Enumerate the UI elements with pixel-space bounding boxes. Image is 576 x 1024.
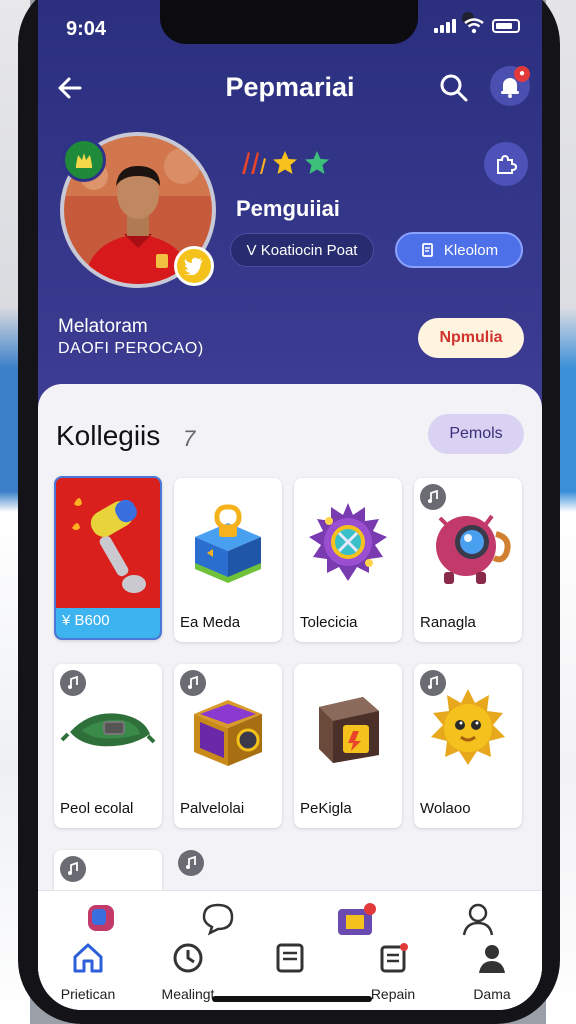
turtle-icon xyxy=(54,664,162,792)
home-icon xyxy=(73,943,103,973)
signal-icon xyxy=(434,19,456,33)
clock-icon xyxy=(173,943,203,973)
music-note-icon xyxy=(60,856,86,882)
puzzle-button[interactable] xyxy=(484,142,528,186)
search-button[interactable] xyxy=(434,68,474,108)
follow-button[interactable]: Kleolom xyxy=(395,232,523,268)
status-pill[interactable]: V Koatiocin Poat xyxy=(230,233,374,267)
card-label: Wolaoo xyxy=(420,800,471,817)
collection-card[interactable]: Peol ecolal xyxy=(54,664,162,828)
gift-box-icon xyxy=(338,903,376,935)
status-time: 9:04 xyxy=(66,18,107,40)
collection-card[interactable]: Ea Meda xyxy=(174,478,282,642)
collection-card[interactable]: ¥ B600 xyxy=(54,476,162,640)
nav-repain[interactable]: Repain xyxy=(343,941,443,1002)
user-icon xyxy=(479,945,505,973)
nav-meetings[interactable]: Mealingt xyxy=(138,941,238,1002)
music-note-icon xyxy=(178,850,204,876)
card-label: Palvelolai xyxy=(180,800,245,817)
spiked-gem-icon xyxy=(294,478,402,606)
search-icon xyxy=(440,74,468,102)
card-label: Tolecicia xyxy=(300,614,358,631)
collection-title: Kollegiis xyxy=(56,420,161,451)
app-screen: 9:04 Pepmariai ● Pemguiiai V Koatiocin P… xyxy=(38,0,542,1010)
tablet-icon xyxy=(276,943,304,973)
purple-chest-icon xyxy=(174,664,282,792)
card-label: ¥ B600 xyxy=(62,612,110,629)
camera-notch xyxy=(160,0,474,44)
nav-label: Dama xyxy=(473,986,511,1002)
action-pill-button[interactable]: Npmulia xyxy=(418,318,524,358)
bottom-nav: Prietican Mealingt Repain Dama xyxy=(38,890,542,1010)
collection-card[interactable]: Ranagla xyxy=(414,478,522,642)
hammer-icon xyxy=(56,478,160,606)
star-green-icon xyxy=(305,151,329,174)
collection-card[interactable]: PeKigla xyxy=(294,664,402,828)
wifi-icon xyxy=(464,18,484,34)
user-outline-icon xyxy=(462,903,494,936)
status-icons xyxy=(434,18,520,34)
star-gold-icon xyxy=(273,151,297,174)
collection-count: 7 xyxy=(183,426,196,451)
card-label: Ea Meda xyxy=(180,614,241,631)
brown-box-icon xyxy=(294,664,402,792)
card-label: Ranagla xyxy=(420,614,476,631)
nav-label: Prietican xyxy=(60,986,116,1002)
blue-chest-icon xyxy=(174,478,282,606)
home-indicator xyxy=(212,996,372,1002)
nav-profile[interactable]: Dama xyxy=(442,941,542,1002)
follow-button-label: Kleolom xyxy=(443,241,499,259)
profile-meta-label: Melatoram xyxy=(58,316,148,337)
battery-icon xyxy=(492,19,520,33)
collection-filter-button[interactable]: Pemols xyxy=(428,414,524,454)
collection-card[interactable]: Palvelolai xyxy=(174,664,282,828)
card-label: Peol ecolal xyxy=(60,800,134,817)
collection-card[interactable]: Wolaoo xyxy=(414,664,522,828)
sun-face-icon xyxy=(414,664,522,792)
notification-badge: ● xyxy=(514,66,530,82)
profile-name: Pemguiiai xyxy=(236,196,340,221)
twitter-icon xyxy=(174,246,214,286)
rank-badge-icon xyxy=(62,138,106,182)
notifications-button[interactable]: ● xyxy=(490,66,530,106)
flame-icon xyxy=(242,152,266,174)
nav-tablet[interactable] xyxy=(240,941,340,986)
nav-home[interactable]: Prietican xyxy=(38,941,138,1002)
achievement-icons xyxy=(238,150,330,176)
edit-icon xyxy=(421,243,433,257)
profile-meta-value: DAOFI PEROCAO) xyxy=(58,340,204,357)
hammer-peek-icon xyxy=(88,905,114,931)
clipboard-icon xyxy=(380,943,408,973)
robot-orb-icon xyxy=(414,478,522,606)
chat-bubble-icon xyxy=(202,903,234,936)
puzzle-icon xyxy=(497,154,518,174)
collection-card[interactable]: Tolecicia xyxy=(294,478,402,642)
card-label: PeKigla xyxy=(300,800,352,817)
